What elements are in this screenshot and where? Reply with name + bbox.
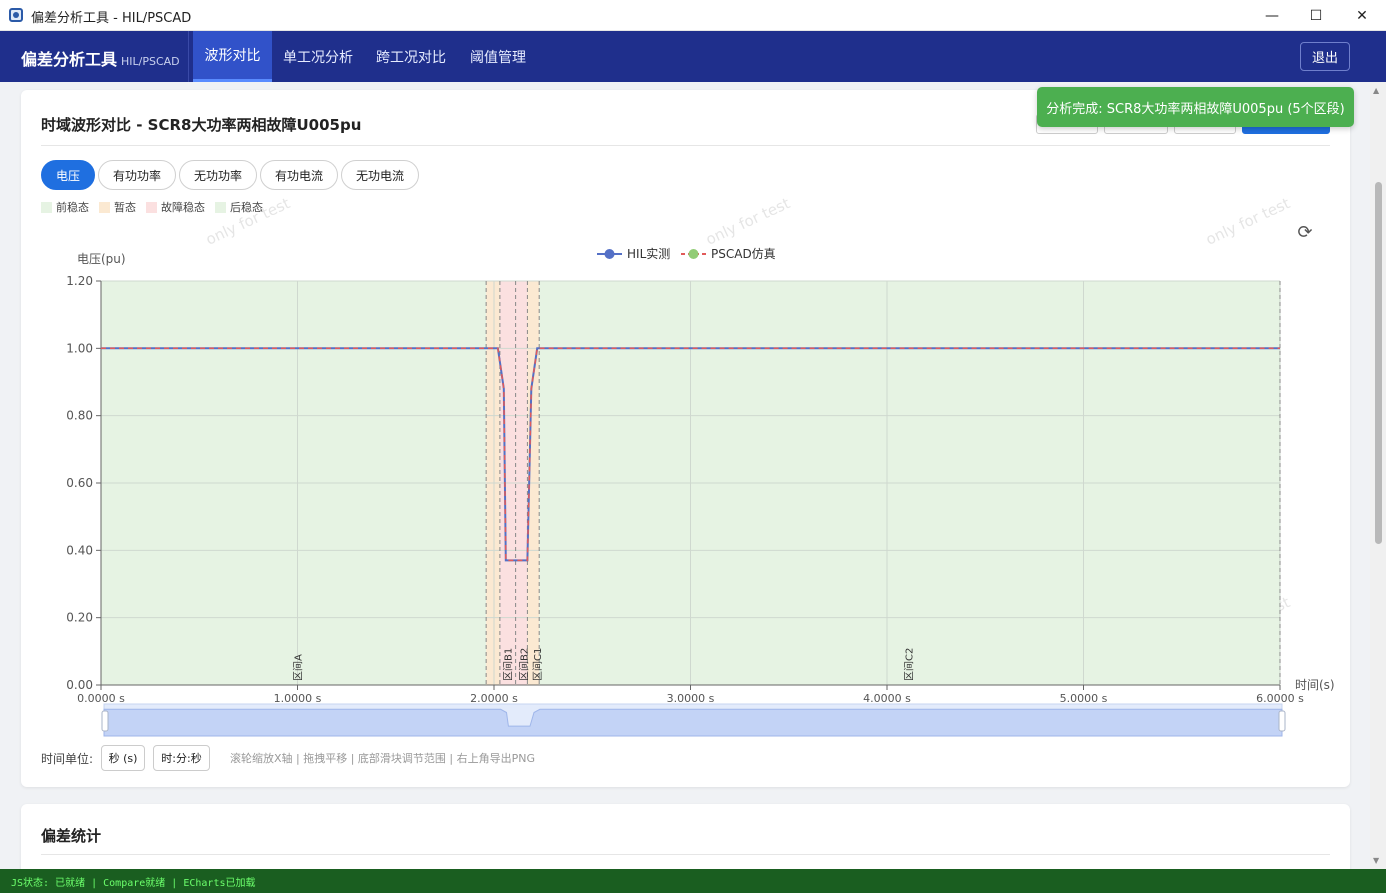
- status-bar: JS状态: 已就绪 | Compare就绪 | ECharts已加载: [0, 869, 1386, 893]
- y-tick-label: 1.00: [66, 341, 93, 355]
- watermark-text: only for test: [703, 194, 793, 249]
- page-scrollbar[interactable]: ▲ ▼: [1370, 82, 1386, 869]
- segment-marker-label: 区间C2: [903, 648, 916, 681]
- stats-divider: [41, 854, 1330, 855]
- analysis-complete-toast: 分析完成: SCR8大功率两相故障U005pu (5个区段): [1037, 87, 1354, 127]
- y-tick-label: 0.80: [66, 409, 93, 423]
- segment-marker-label: 区间A: [291, 654, 304, 681]
- legend-swatch-marker[interactable]: [604, 249, 615, 259]
- y-tick-label: 0.00: [66, 678, 93, 692]
- zoom-handle-left[interactable]: [101, 710, 109, 732]
- x-tick-label: 1.0000 s: [274, 692, 322, 705]
- x-tick-label: 0.0000 s: [77, 692, 125, 705]
- x-axis-label: 时间(s): [1295, 678, 1335, 692]
- y-tick-label: 0.20: [66, 611, 93, 625]
- segment-marker-label: 区间C1: [531, 648, 544, 681]
- unit-hms-button[interactable]: 时:分:秒: [153, 745, 210, 771]
- unit-seconds-button[interactable]: 秒 (s): [101, 745, 145, 771]
- x-tick-label: 6.0000 s: [1256, 692, 1304, 705]
- zoom-handle-right[interactable]: [1278, 710, 1286, 732]
- scroll-up-icon[interactable]: ▲: [1373, 86, 1379, 95]
- legend-swatch-marker[interactable]: [688, 249, 699, 259]
- legend-label[interactable]: HIL实测: [627, 246, 670, 261]
- time-unit-label: 时间单位:: [41, 752, 94, 766]
- watermark-text: only for test: [203, 194, 293, 249]
- legend-label[interactable]: PSCAD仿真: [711, 247, 776, 261]
- x-tick-label: 2.0000 s: [470, 692, 518, 705]
- segment-marker-label: 区间B2: [517, 648, 530, 681]
- segment-marker-label: 区间B1: [502, 648, 515, 681]
- y-tick-label: 0.40: [66, 543, 93, 557]
- scroll-down-icon[interactable]: ▼: [1373, 856, 1379, 865]
- chart-hint: 滚轮缩放X轴 | 拖拽平移 | 底部滑块调节范围 | 右上角导出PNG: [230, 752, 536, 765]
- y-axis-label: 电压(pu): [77, 252, 126, 266]
- scroll-thumb[interactable]: [1375, 182, 1382, 544]
- stats-card-title: 偏差统计: [41, 827, 102, 845]
- x-tick-label: 5.0000 s: [1060, 692, 1108, 705]
- y-tick-label: 1.20: [66, 274, 93, 288]
- y-tick-label: 0.60: [66, 476, 93, 490]
- watermark-text: only for test: [1203, 194, 1293, 249]
- x-tick-label: 4.0000 s: [863, 692, 911, 705]
- zoom-slider-preview: [103, 708, 1283, 737]
- x-tick-label: 3.0000 s: [667, 692, 715, 705]
